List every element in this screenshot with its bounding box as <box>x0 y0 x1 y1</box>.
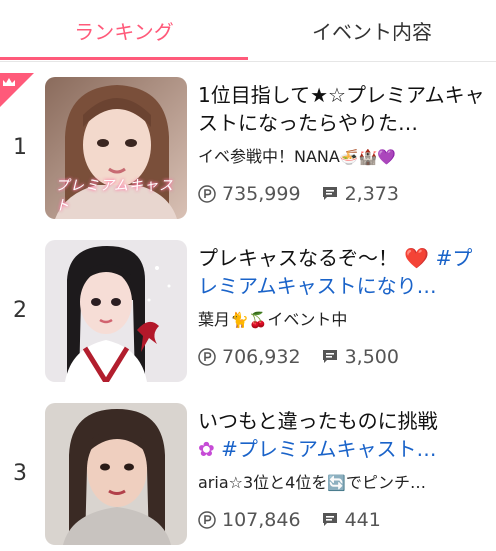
cast-status: 葉月🐈🍒イベント中 <box>198 310 348 329</box>
points-icon <box>198 348 216 366</box>
comments-stat: 2,373 <box>321 183 399 205</box>
cast-title: プレキャスなるぞ〜！ ❤️ #プレミアムキャストになり… <box>198 246 473 298</box>
cast-stats: 735,999 2,373 <box>198 182 488 206</box>
points-stat: 107,846 <box>198 509 301 531</box>
comments-value: 441 <box>344 509 381 531</box>
cast-stats: 107,846 441 <box>198 508 488 532</box>
comments-value: 3,500 <box>344 346 399 368</box>
points-stat: 735,999 <box>198 183 301 205</box>
repeat-arrows-icon: 🔄 <box>327 474 347 492</box>
cast-title: 1位目指して★☆プレミアムキャストになったらやりた… <box>198 83 485 135</box>
status-emoji-icons: 🍜🏰💜 <box>339 148 396 166</box>
cast-thumbnail[interactable] <box>45 240 187 382</box>
flower-icon: ✿ <box>198 437 215 461</box>
points-icon <box>198 511 216 529</box>
cast-thumbnail[interactable] <box>45 403 187 545</box>
rank-number: 2 <box>13 298 27 323</box>
comment-icon <box>322 513 337 526</box>
cast-info: プレキャスなるぞ〜！ ❤️ #プレミアムキャストになり… 葉月🐈🍒イベント中 7… <box>198 244 488 369</box>
comments-stat: 441 <box>321 509 381 531</box>
cast-thumbnail[interactable]: プレミアムキャスト <box>45 77 187 219</box>
tab-ranking[interactable]: ランキング <box>0 0 248 60</box>
cast-title: いつもと違ったものに挑戦 ✿ #プレミアムキャスト… <box>198 409 438 461</box>
ranking-row-2[interactable]: 2 プレキャスなるぞ〜！ ❤️ #プレミアムキャストになり… 葉月🐈🍒イベント中 <box>0 236 496 386</box>
ranking-row-3[interactable]: 3 いつもと違ったものに挑戦 ✿ #プレミアムキャスト… aria☆3位と4位を🔄… <box>0 399 496 549</box>
cast-status: aria☆3位と4位を🔄でピンチ… <box>198 473 427 492</box>
heart-icon: ❤️ <box>404 246 430 270</box>
points-value: 706,932 <box>222 346 301 368</box>
rank-number: 1 <box>13 135 27 160</box>
tab-bar: ランキング イベント内容 <box>0 0 496 60</box>
cast-photo-image <box>45 403 187 545</box>
status-emoji-icons: 🐈🍒 <box>230 311 268 329</box>
cast-info: いつもと違ったものに挑戦 ✿ #プレミアムキャスト… aria☆3位と4位を🔄でピ… <box>198 407 488 532</box>
tab-event-details[interactable]: イベント内容 <box>248 0 496 60</box>
comments-stat: 3,500 <box>321 346 399 368</box>
cast-info: 1位目指して★☆プレミアムキャストになったらやりた… イベ参戦中！NANA🍜🏰💜… <box>198 81 488 206</box>
thumbnail-caption: プレミアムキャスト <box>55 178 175 214</box>
comment-icon <box>322 350 337 363</box>
comments-value: 2,373 <box>344 183 399 205</box>
comment-icon <box>322 187 337 200</box>
hashtag-link[interactable]: #プレミアムキャスト… <box>221 437 436 461</box>
cast-stats: 706,932 3,500 <box>198 345 488 369</box>
rank-number: 3 <box>13 461 27 486</box>
crown-icon <box>3 78 15 86</box>
points-value: 735,999 <box>222 183 301 205</box>
points-value: 107,846 <box>222 509 301 531</box>
points-icon <box>198 185 216 203</box>
points-stat: 706,932 <box>198 346 301 368</box>
ranking-row-1[interactable]: 1 プレミアムキャスト 1位目指して★☆プレミアムキャストになったらやりた… イ… <box>0 73 496 223</box>
tab-divider <box>0 61 496 62</box>
cast-status: イベ参戦中！NANA🍜🏰💜 <box>198 147 396 166</box>
cast-photo-image <box>45 240 187 382</box>
